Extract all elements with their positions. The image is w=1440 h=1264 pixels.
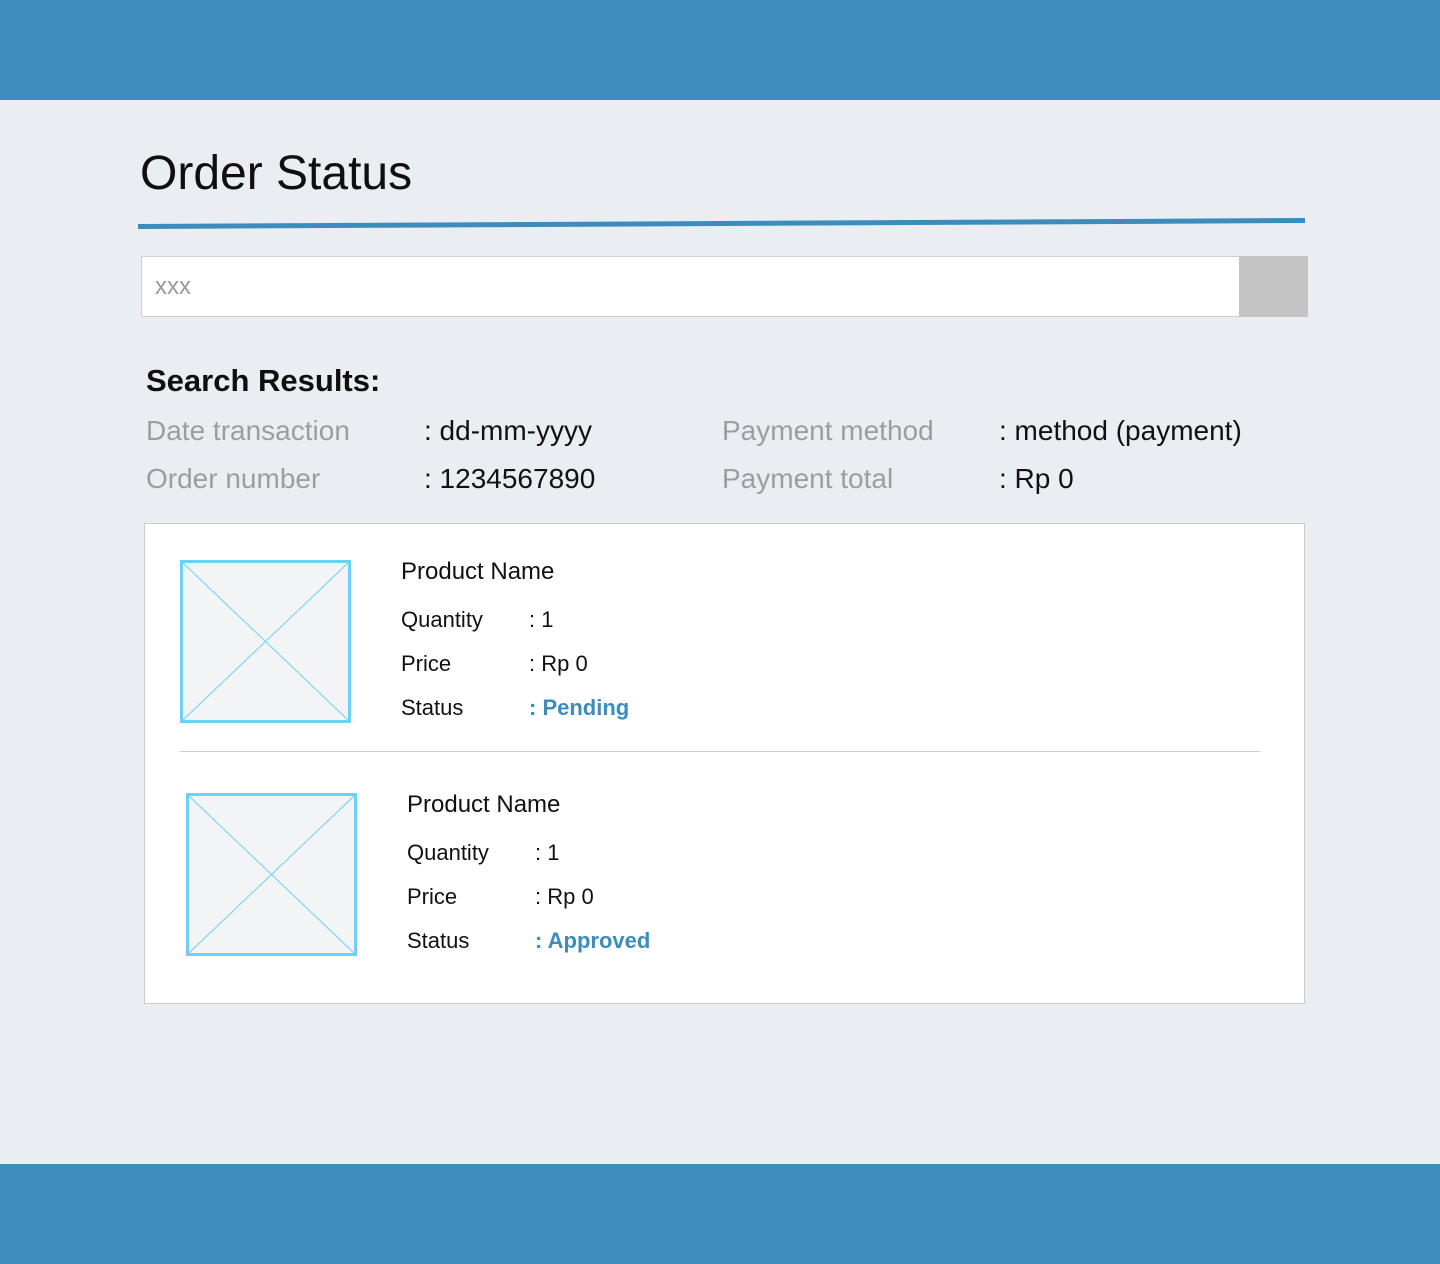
- price-label: Price: [407, 884, 458, 909]
- quantity-value: : 1: [535, 840, 560, 865]
- search-button[interactable]: [1239, 256, 1308, 317]
- title-underline: [138, 218, 1305, 229]
- footer-bar: [0, 1164, 1440, 1264]
- payment-total-label: Payment total: [722, 463, 894, 494]
- product-name: Product Name: [401, 558, 555, 585]
- quantity-value: : 1: [529, 607, 554, 632]
- price-label: Price: [401, 651, 452, 676]
- status-badge: : Approved: [535, 928, 651, 953]
- payment-method-label: Payment method: [722, 415, 934, 446]
- date-transaction-label: Date transaction: [146, 415, 350, 446]
- status-badge: : Pending: [529, 695, 630, 720]
- quantity-label: Quantity: [401, 607, 483, 632]
- product-divider: [180, 751, 1260, 752]
- quantity-label: Quantity: [407, 840, 489, 865]
- price-value: : Rp 0: [535, 884, 594, 909]
- products-card: Product Name Quantity : 1 Price : Rp 0 S…: [144, 523, 1305, 1004]
- payment-method-value: : method (payment): [999, 415, 1242, 446]
- status-label: Status: [401, 695, 464, 720]
- search-input[interactable]: [141, 256, 1241, 317]
- price-value: : Rp 0: [529, 651, 588, 676]
- top-header-bar: [0, 0, 1440, 100]
- image-placeholder-icon: [186, 793, 357, 956]
- page-title: Order Status: [140, 147, 413, 200]
- order-number-label: Order number: [146, 463, 321, 494]
- search-results-heading: Search Results:: [146, 363, 381, 398]
- status-label: Status: [407, 928, 470, 953]
- image-placeholder-icon: [180, 560, 351, 723]
- date-transaction-value: : dd-mm-yyyy: [424, 415, 592, 446]
- product-name: Product Name: [407, 791, 561, 818]
- order-number-value: : 1234567890: [424, 463, 596, 494]
- payment-total-value: : Rp 0: [999, 463, 1074, 494]
